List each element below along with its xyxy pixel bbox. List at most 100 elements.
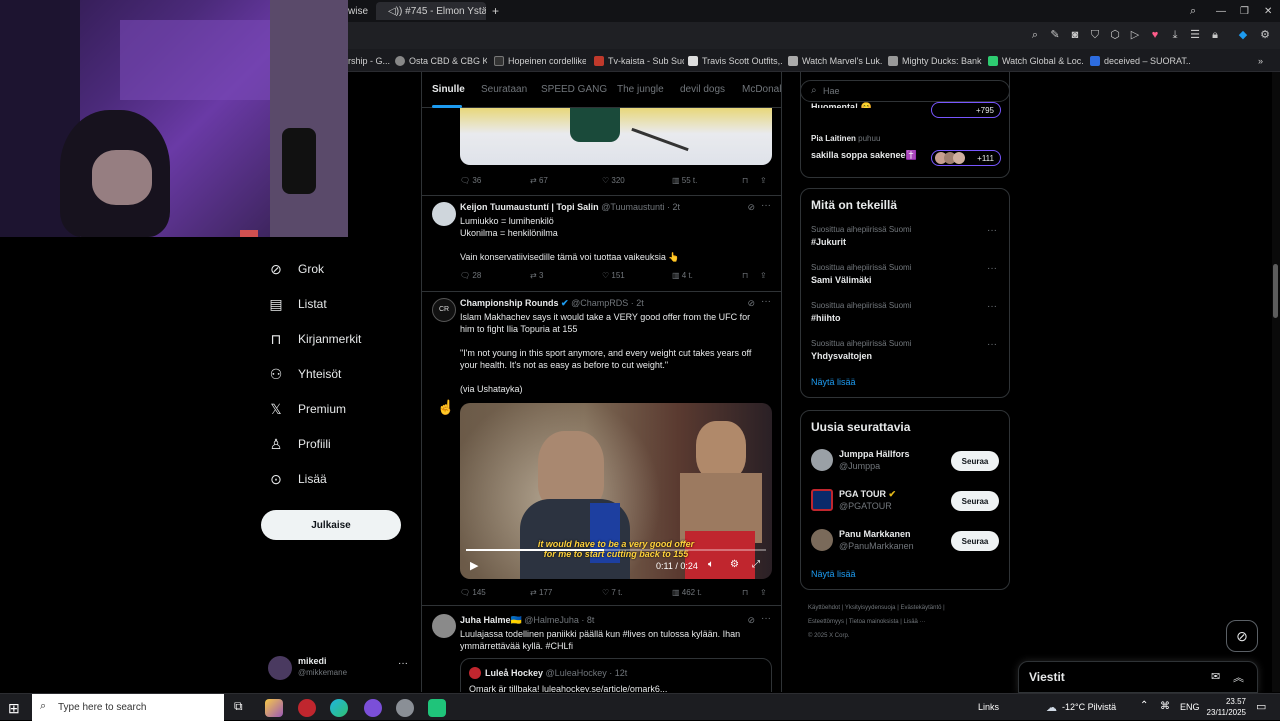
bookmark-item[interactable]: Travis Scott Outfits,...: [688, 53, 782, 68]
sidebar-item-communities[interactable]: ⚇ Yhteisöt: [268, 360, 342, 388]
reaction-avatars[interactable]: +111: [931, 150, 1001, 166]
restore-icon[interactable]: ❐: [1240, 2, 1249, 20]
avatar[interactable]: [432, 202, 456, 226]
tweet-media-image[interactable]: [460, 108, 772, 165]
tweet-video[interactable]: it would have to be a very good offer fo…: [460, 403, 772, 579]
footer-link[interactable]: Yksityisyydensuoja: [845, 605, 896, 611]
follow-suggestion[interactable]: PGA TOUR ✔ @PGATOUR Seuraa: [801, 487, 1009, 517]
edge-icon[interactable]: [330, 699, 348, 717]
follow-button[interactable]: Seuraa: [951, 531, 999, 551]
cube-icon[interactable]: ⬡: [1108, 28, 1122, 42]
settings-icon[interactable]: ⚙: [730, 559, 739, 570]
footer-link[interactable]: Lisää ···: [904, 619, 926, 625]
share-button[interactable]: ⇪: [760, 271, 767, 280]
grok-floating-button[interactable]: ⊘: [1226, 620, 1258, 652]
grok-icon[interactable]: ⊘: [747, 202, 755, 213]
grok-icon[interactable]: ⊘: [747, 615, 755, 626]
play-icon[interactable]: ▷: [1128, 28, 1142, 42]
language-indicator[interactable]: ENG: [1180, 702, 1200, 712]
tab-mcdonalds[interactable]: McDonal: [742, 84, 781, 95]
trend-item[interactable]: Suosittua aihepiirissä Suomi #Jukurit ··…: [801, 223, 1009, 259]
volume-icon[interactable]: 🔈︎: [708, 559, 714, 570]
edit-icon[interactable]: ✎: [1048, 28, 1062, 42]
settings-icon[interactable]: ⚙: [1258, 28, 1272, 42]
bookmark-item[interactable]: Hopeinen cordelliket...: [494, 53, 586, 68]
tweet-author[interactable]: Keijon Tuumaustuntí | Topi Salin @Tuumau…: [460, 202, 680, 212]
network-icon[interactable]: ⌘: [1160, 701, 1170, 712]
quote-tweet[interactable]: Luleå Hockey @LuleaHockey · 12t Omark är…: [460, 658, 772, 692]
video-progress-track[interactable]: [466, 549, 766, 551]
search-icon[interactable]: ⌕: [1028, 28, 1042, 42]
like-button[interactable]: ♡ 320: [602, 176, 625, 185]
follow-button[interactable]: Seuraa: [951, 451, 999, 471]
reply-button[interactable]: 🗨︎ 36: [460, 176, 481, 185]
windows-start-icon[interactable]: ⊞: [8, 700, 20, 717]
search-tabs-icon[interactable]: ⌕: [1190, 2, 1196, 20]
share-button[interactable]: ⇪: [760, 176, 767, 185]
repost-button[interactable]: ⇄ 177: [530, 588, 552, 597]
browser-tab-active[interactable]: ◁)) #745 - Elmon Ystäväi: [376, 2, 486, 20]
follow-suggestion[interactable]: Jumppa Hällfors @Jumppa Seuraa: [801, 447, 1009, 477]
tab-for-you[interactable]: Sinulle: [432, 84, 465, 95]
tray-chevron-icon[interactable]: ⌃: [1140, 700, 1148, 711]
close-icon[interactable]: ✕: [1264, 2, 1272, 20]
more-icon[interactable]: ···: [761, 613, 771, 624]
share-button[interactable]: ⇪: [760, 588, 767, 597]
messages-drawer[interactable]: Viestit ✉ ︽: [1018, 661, 1258, 693]
post-button[interactable]: Julkaise: [261, 510, 401, 540]
views-button[interactable]: ▥ 462 t.: [672, 588, 702, 597]
tab-speed-gang[interactable]: SPEED GANG: [541, 84, 607, 95]
tweet[interactable]: Juha Halme🇺🇦 @HalmeJuha · 8t ⊘ ··· Luula…: [422, 606, 781, 692]
footer-link[interactable]: Evästekäytäntö: [900, 605, 941, 611]
bookmarks-overflow-icon[interactable]: »: [1258, 53, 1272, 68]
account-switcher[interactable]: mikedi @mikkemane ···: [268, 654, 418, 684]
footer-link[interactable]: Käyttöehdot: [808, 605, 840, 611]
weather-text[interactable]: -12°C Pilvistä: [1062, 702, 1116, 712]
tab-the-jungle[interactable]: The jungle: [617, 84, 664, 95]
more-icon[interactable]: ···: [987, 263, 997, 274]
download-icon[interactable]: ⤓: [1168, 28, 1182, 42]
new-message-icon[interactable]: ✉: [1211, 670, 1220, 683]
fullscreen-icon[interactable]: ⤢: [752, 559, 760, 570]
play-icon[interactable]: ▶: [470, 559, 478, 572]
search-box[interactable]: ⌕ Hae: [800, 80, 1010, 102]
sidebar-item-bookmarks[interactable]: ⊓ Kirjanmerkit: [268, 325, 362, 353]
bookmark-button[interactable]: ⊓: [742, 176, 748, 185]
trend-item[interactable]: Suosittua aihepiirissä Suomi Yhdysvaltoj…: [801, 337, 1009, 373]
more-icon[interactable]: ···: [761, 296, 771, 307]
expand-icon[interactable]: ︽: [1233, 669, 1244, 685]
notification-icon[interactable]: ▭: [1256, 700, 1266, 713]
avatar[interactable]: CR: [432, 298, 456, 322]
taskbar-app-icon[interactable]: [428, 699, 446, 717]
menu-icon[interactable]: ☰: [1188, 28, 1202, 42]
reply-button[interactable]: 🗨︎ 28: [460, 271, 481, 280]
tab-devil-dogs[interactable]: devil dogs: [680, 84, 725, 95]
bookmark-item[interactable]: deceived – SUORAT...: [1090, 53, 1190, 68]
trend-item[interactable]: Suosittua aihepiirissä Suomi #hiihto ···: [801, 299, 1009, 335]
bookmark-item[interactable]: rship - G...: [348, 53, 390, 68]
bookmark-item[interactable]: Tv-kaista - Sub Suora: [594, 53, 684, 68]
more-icon[interactable]: ···: [987, 301, 997, 312]
clock[interactable]: 23.57 23/11/2025: [1204, 696, 1246, 718]
follow-button[interactable]: Seuraa: [951, 491, 999, 511]
tweet[interactable]: CR Championship Rounds ✔ @ChampRDS · 2t …: [422, 292, 781, 606]
like-button[interactable]: ♡ 7 t.: [602, 588, 623, 597]
links-toolbar[interactable]: Links: [978, 702, 999, 712]
extension-icon[interactable]: ◆: [1236, 28, 1250, 42]
heart-icon[interactable]: ♥: [1148, 28, 1162, 42]
shield-icon[interactable]: ⛉: [1088, 28, 1102, 42]
more-icon[interactable]: ···: [987, 225, 997, 236]
sidebar-item-lists[interactable]: ▤ Listat: [268, 290, 326, 318]
sidebar-item-premium[interactable]: 𝕏 Premium: [268, 395, 346, 423]
show-more-link[interactable]: Näytä lisää: [811, 377, 856, 387]
more-icon[interactable]: ···: [761, 200, 771, 211]
taskbar-search[interactable]: ⌕ Type here to search: [32, 694, 224, 721]
new-tab-button[interactable]: +: [492, 2, 499, 20]
minimize-icon[interactable]: —: [1216, 2, 1226, 20]
reply-button[interactable]: 🗨︎ 145: [460, 588, 486, 597]
lock-icon[interactable]: 🔒︎: [1208, 28, 1222, 42]
steam-icon[interactable]: [396, 699, 414, 717]
browser-tab[interactable]: wise: [348, 2, 368, 20]
task-view-icon[interactable]: ⧉: [234, 699, 243, 714]
tweet[interactable]: Keijon Tuumaustuntí | Topi Salin @Tuumau…: [422, 196, 781, 292]
